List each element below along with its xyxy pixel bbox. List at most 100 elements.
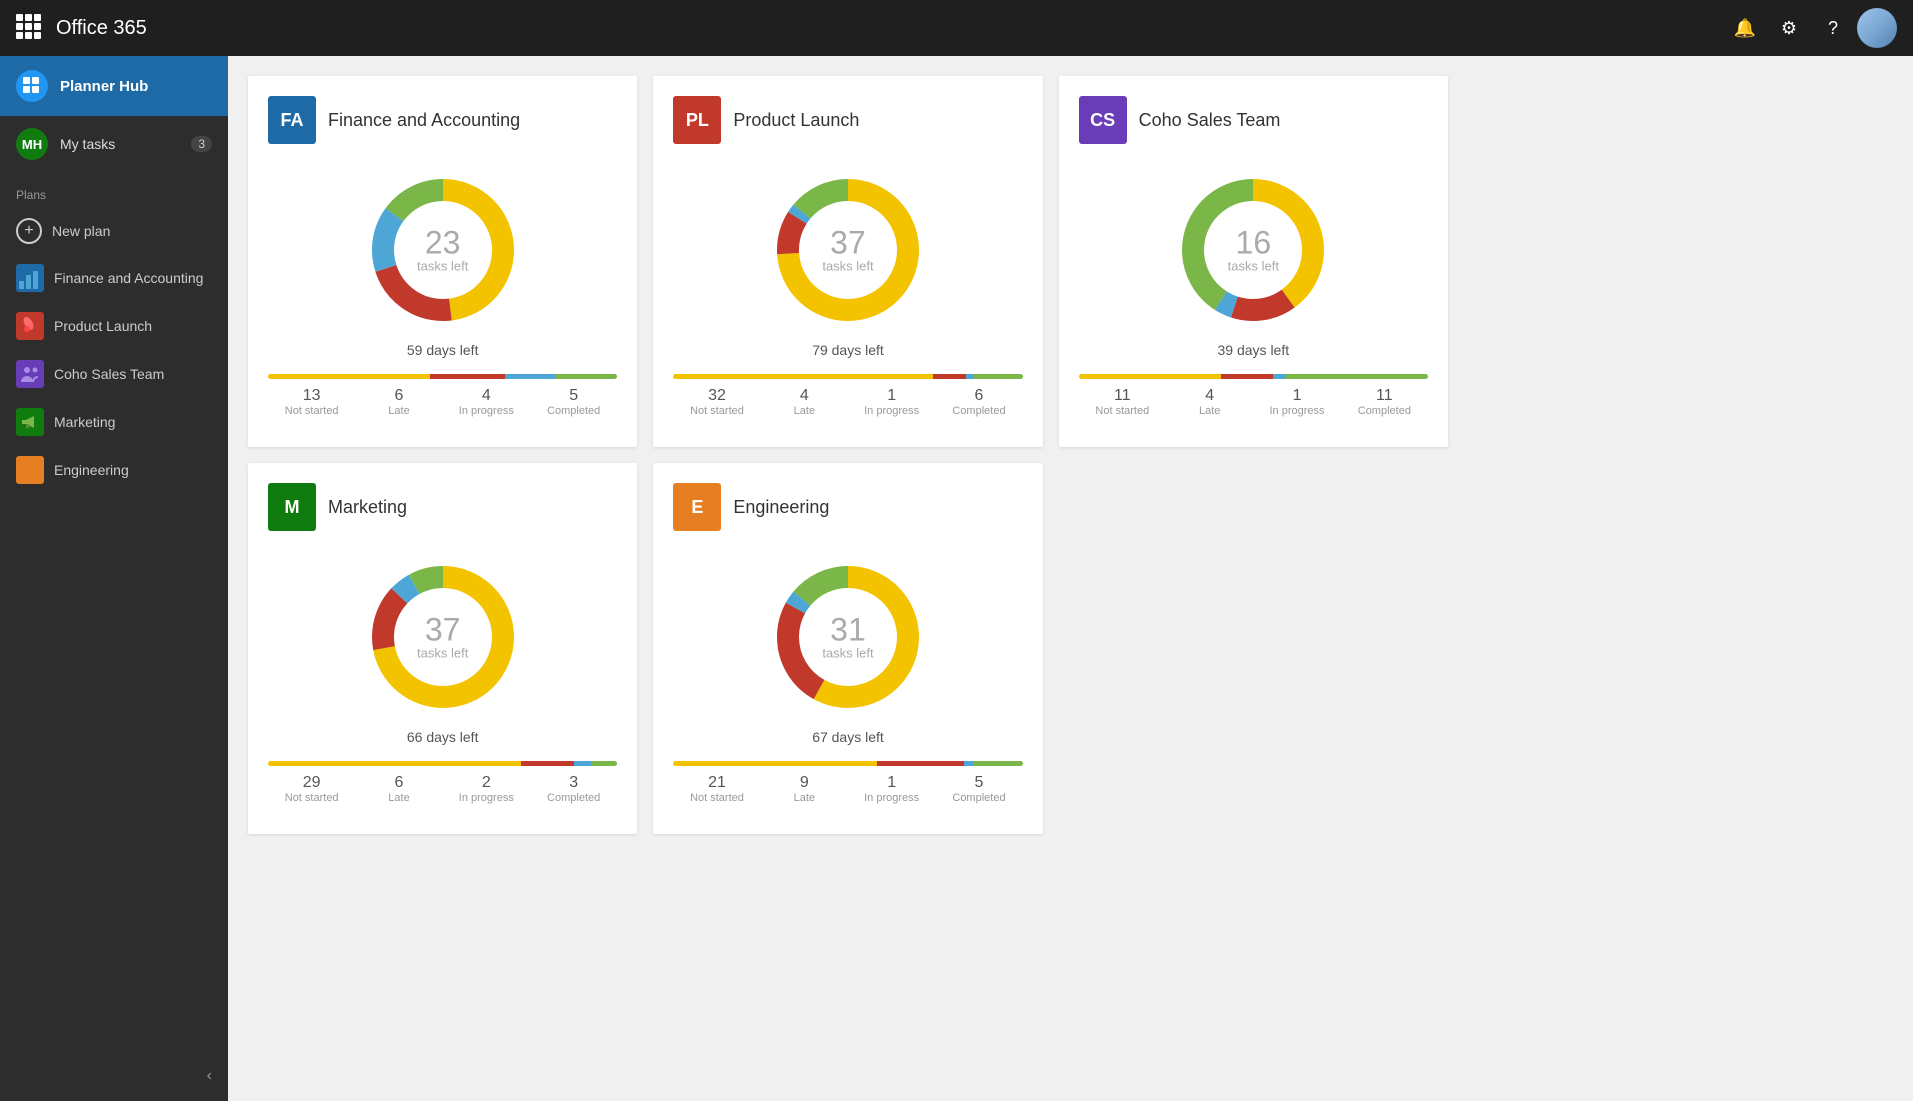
plan-icon-3	[16, 408, 44, 436]
plan-card-pl[interactable]: PL Product Launch 37 tasks left 79 days …	[653, 76, 1042, 447]
sidebar-item-coho-sales-team[interactable]: Coho Sales Team	[0, 350, 228, 398]
donut-container-1: 37 tasks left 79 days left 32 Not starte…	[673, 160, 1022, 427]
card-header-2: CS Coho Sales Team	[1079, 96, 1428, 144]
card-title-0: Finance and Accounting	[328, 110, 520, 131]
stat-not-started-1: 32 Not started	[673, 387, 760, 417]
card-title-4: Engineering	[733, 497, 829, 518]
bar-late-0	[430, 374, 505, 379]
plan-card-cs[interactable]: CS Coho Sales Team 16 tasks left 39 days…	[1059, 76, 1448, 447]
late-num-2: 4	[1166, 387, 1253, 405]
stats-bars-3	[268, 761, 617, 766]
sidebar-item-product-launch[interactable]: Product Launch	[0, 302, 228, 350]
plans-grid: FA Finance and Accounting 23 tasks left …	[248, 76, 1448, 834]
stats-nums-1: 32 Not started 4 Late 1 In progress 6 Co…	[673, 387, 1022, 417]
plan-card-m[interactable]: M Marketing 37 tasks left 66 days left 2…	[248, 463, 637, 834]
app-launcher-button[interactable]	[16, 14, 44, 42]
donut-center-0: 23 tasks left	[417, 227, 468, 274]
bar-completed-0	[555, 374, 618, 379]
sidebar-plan-label-2: Coho Sales Team	[54, 366, 164, 382]
completed-num-0: 5	[530, 387, 617, 405]
bar-completed-3	[591, 761, 617, 766]
stats-nums-2: 11 Not started 4 Late 1 In progress 11 C…	[1079, 387, 1428, 417]
sidebar-collapse-button[interactable]: ‹	[0, 1051, 228, 1101]
bar-late-2	[1221, 374, 1273, 379]
stat-in-progress-4: 1 In progress	[848, 774, 935, 804]
notification-bell-button[interactable]: 🔔	[1725, 8, 1765, 48]
planner-hub-icon	[16, 70, 48, 102]
stat-late-4: 9 Late	[761, 774, 848, 804]
donut-container-2: 16 tasks left 39 days left 11 Not starte…	[1079, 160, 1428, 427]
stat-not-started-3: 29 Not started	[268, 774, 355, 804]
in-progress-lbl-1: In progress	[848, 405, 935, 417]
stat-in-progress-0: 4 In progress	[443, 387, 530, 417]
my-tasks-link[interactable]: MH My tasks 3	[0, 116, 228, 172]
plans-section-label: Plans	[0, 172, 228, 208]
in-progress-num-1: 1	[848, 387, 935, 405]
card-abbr-4: E	[673, 483, 721, 531]
plan-card-fa[interactable]: FA Finance and Accounting 23 tasks left …	[248, 76, 637, 447]
late-lbl-2: Late	[1166, 405, 1253, 417]
settings-gear-button[interactable]: ⚙	[1769, 8, 1809, 48]
completed-lbl-2: Completed	[1341, 405, 1428, 417]
donut-chart-2: 16 tasks left	[1173, 170, 1333, 330]
in-progress-num-3: 2	[443, 774, 530, 792]
completed-num-4: 5	[935, 774, 1022, 792]
user-avatar[interactable]	[1857, 8, 1897, 48]
bar-not-started-3	[268, 761, 521, 766]
stat-completed-4: 5 Completed	[935, 774, 1022, 804]
sidebar-item-marketing[interactable]: Marketing	[0, 398, 228, 446]
bar-completed-4	[974, 761, 1023, 766]
stat-not-started-2: 11 Not started	[1079, 387, 1166, 417]
bar-late-3	[521, 761, 573, 766]
bar-late-1	[933, 374, 965, 379]
my-tasks-badge: 3	[191, 136, 212, 152]
stat-not-started-4: 21 Not started	[673, 774, 760, 804]
days-left-3: 66 days left	[407, 729, 479, 745]
stat-late-2: 4 Late	[1166, 387, 1253, 417]
in-progress-num-4: 1	[848, 774, 935, 792]
completed-num-3: 3	[530, 774, 617, 792]
new-plan-label: New plan	[52, 223, 110, 239]
stat-completed-2: 11 Completed	[1341, 387, 1428, 417]
not-started-lbl-4: Not started	[673, 792, 760, 804]
late-num-3: 6	[355, 774, 442, 792]
donut-chart-3: 37 tasks left	[363, 557, 523, 717]
sidebar-item-engineering[interactable]: Engineering	[0, 446, 228, 494]
card-header-4: E Engineering	[673, 483, 1022, 531]
tasks-left-label-4: tasks left	[822, 646, 873, 661]
my-tasks-avatar: MH	[16, 128, 48, 160]
not-started-num-4: 21	[673, 774, 760, 792]
in-progress-lbl-0: In progress	[443, 405, 530, 417]
new-plan-button[interactable]: + New plan	[0, 208, 228, 254]
planner-hub-label: Planner Hub	[60, 78, 148, 95]
stats-nums-0: 13 Not started 6 Late 4 In progress 5 Co…	[268, 387, 617, 417]
stat-in-progress-2: 1 In progress	[1253, 387, 1340, 417]
topbar: Office 365 🔔 ⚙ ?	[0, 0, 1913, 56]
donut-container-3: 37 tasks left 66 days left 29 Not starte…	[268, 547, 617, 814]
late-num-0: 6	[355, 387, 442, 405]
not-started-num-2: 11	[1079, 387, 1166, 405]
bar-in-progress-4	[964, 761, 974, 766]
stats-bars-4	[673, 761, 1022, 766]
plan-card-e[interactable]: E Engineering 31 tasks left 67 days left	[653, 463, 1042, 834]
card-abbr-1: PL	[673, 96, 721, 144]
stat-completed-0: 5 Completed	[530, 387, 617, 417]
donut-container-0: 23 tasks left 59 days left 13 Not starte…	[268, 160, 617, 427]
card-title-1: Product Launch	[733, 110, 859, 131]
sidebar-item-finance-and-accounting[interactable]: Finance and Accounting	[0, 254, 228, 302]
stat-late-1: 4 Late	[761, 387, 848, 417]
not-started-lbl-0: Not started	[268, 405, 355, 417]
stats-nums-4: 21 Not started 9 Late 1 In progress 5 Co…	[673, 774, 1022, 804]
tasks-left-number-4: 31	[822, 614, 873, 646]
card-title-2: Coho Sales Team	[1139, 110, 1281, 131]
donut-chart-1: 37 tasks left	[768, 170, 928, 330]
planner-hub-link[interactable]: Planner Hub	[0, 56, 228, 116]
days-left-1: 79 days left	[812, 342, 884, 358]
plan-icon-4	[16, 456, 44, 484]
help-question-button[interactable]: ?	[1813, 8, 1853, 48]
stat-completed-3: 3 Completed	[530, 774, 617, 804]
bar-in-progress-2	[1273, 374, 1286, 379]
tasks-left-label-2: tasks left	[1228, 259, 1279, 274]
in-progress-lbl-2: In progress	[1253, 405, 1340, 417]
sidebar-plan-label-0: Finance and Accounting	[54, 270, 203, 286]
